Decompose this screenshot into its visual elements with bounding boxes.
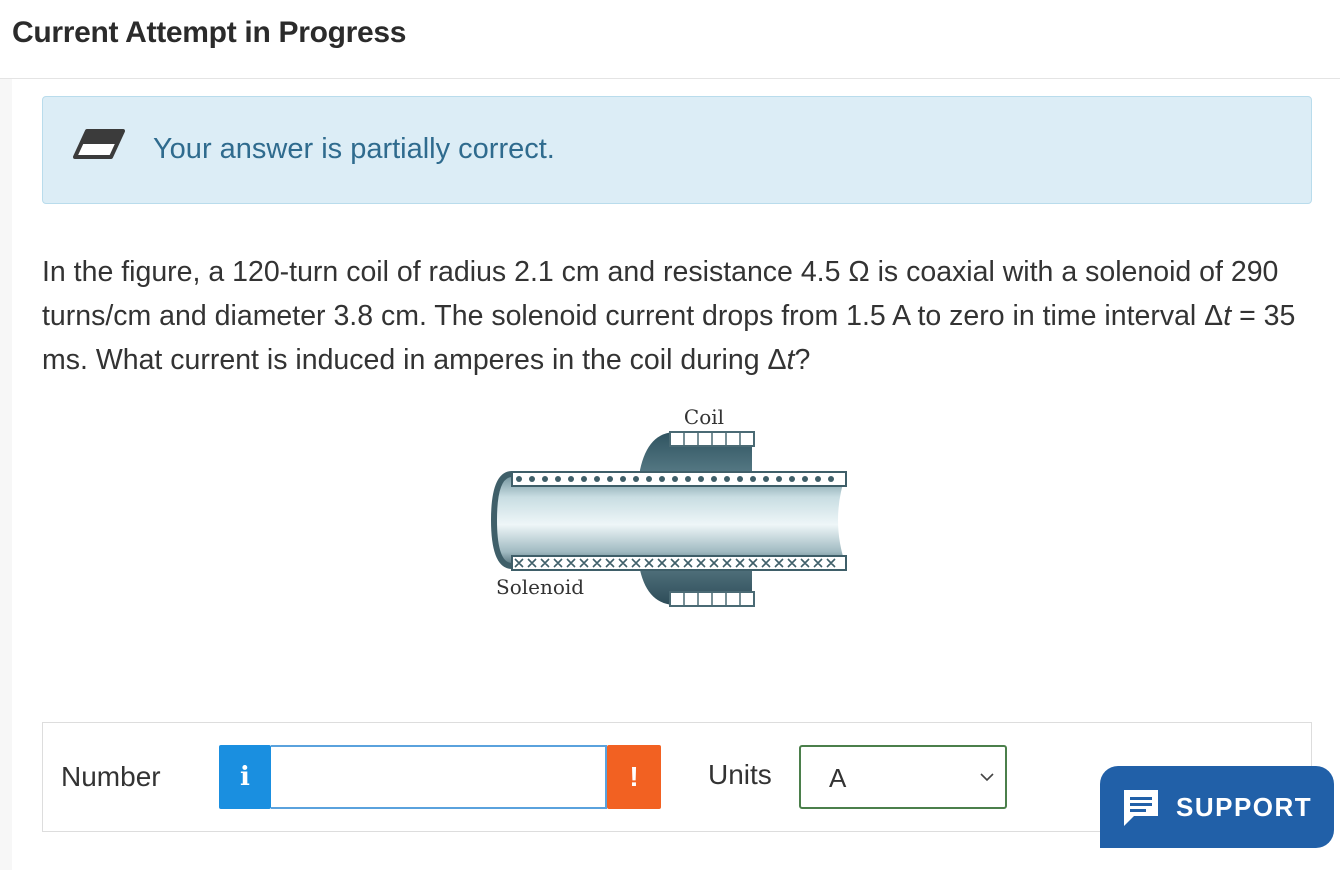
left-margin xyxy=(0,79,12,870)
coil-label: Coil xyxy=(684,405,724,429)
page-title: Current Attempt in Progress xyxy=(12,16,407,49)
page-header: Current Attempt in Progress xyxy=(0,0,1340,79)
chat-icon xyxy=(1124,790,1158,826)
units-selected-value: A xyxy=(829,763,847,793)
feedback-banner: Your answer is partially correct. xyxy=(42,96,1312,204)
question-text: In the figure, a 120-turn coil of radius… xyxy=(42,256,1296,376)
support-label: SUPPORT xyxy=(1176,792,1313,822)
eraser-icon xyxy=(73,129,125,159)
support-button[interactable]: SUPPORT xyxy=(1100,766,1334,848)
units-label: Units xyxy=(708,759,772,790)
chevron-down-icon xyxy=(980,773,994,782)
feedback-message: Your answer is partially correct. xyxy=(153,133,555,165)
warning-icon[interactable]: ! xyxy=(607,745,661,809)
units-select[interactable]: A xyxy=(799,745,1007,809)
number-label: Number xyxy=(61,761,161,792)
info-icon[interactable]: i xyxy=(219,745,271,809)
coil-solenoid-figure: Coil Solenoid xyxy=(490,400,850,615)
number-input[interactable] xyxy=(271,745,607,809)
solenoid-label: Solenoid xyxy=(496,575,584,599)
